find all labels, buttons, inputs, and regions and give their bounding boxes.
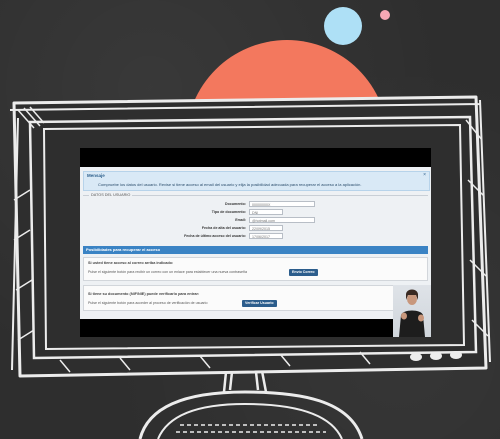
signup-date-field: 22/09/2015	[249, 225, 283, 231]
field-label: Email:	[235, 218, 246, 222]
sign-language-interpreter-video	[393, 285, 431, 337]
alert-title: Mensaje	[87, 173, 105, 178]
field-row-signup-date: Fecha de alta del usuario: 22/09/2015	[83, 225, 428, 232]
web-page: Mensaje Compruebe los datos del usuario.…	[80, 167, 431, 337]
field-label: Documento:	[225, 202, 246, 206]
field-label: Fecha de último acceso del usuario:	[184, 234, 246, 238]
email-field: @hotmail.com	[249, 217, 315, 223]
email-box-heading: Si usted tiene acceso al correo arriba i…	[88, 261, 174, 265]
field-row-doc-type: Tipo de documento: DNI	[83, 209, 428, 216]
field-row-email: Email: @hotmail.com	[83, 217, 428, 224]
dni-box-heading: Si tiene su documento (NIF/NIE) puede ve…	[88, 292, 200, 296]
close-icon[interactable]: ×	[423, 172, 426, 178]
send-email-button[interactable]: Envío Correo	[289, 269, 318, 276]
verify-user-button[interactable]: Verificar Usuario	[242, 300, 277, 307]
dni-verification-box: Si tiene su documento (NIF/NIE) puede ve…	[83, 285, 428, 311]
email-recovery-box: Si usted tiene acceso al correo arriba i…	[83, 257, 428, 281]
email-box-text: Pulse el siguiente botón para recibir un…	[88, 270, 248, 274]
dni-box-text: Pulse el siguiente botón para acceder al…	[88, 301, 208, 305]
monitor-screen: Mensaje Compruebe los datos del usuario.…	[80, 148, 431, 337]
field-row-document: Documento: 00000000X	[83, 201, 428, 208]
field-label: Tipo de documento:	[211, 210, 246, 214]
alert-message: Compruebe los datos del usuario. Revise …	[98, 182, 362, 187]
field-label: Fecha de alta del usuario:	[201, 226, 246, 230]
interpreter-figure	[399, 289, 425, 337]
last-access-field: 17/06/2017	[249, 233, 283, 239]
info-alert: Mensaje Compruebe los datos del usuario.…	[83, 171, 430, 191]
user-data-legend: DATOS DEL USUARIO	[89, 193, 133, 197]
field-row-last-access: Fecha de último acceso del usuario: 17/0…	[83, 233, 428, 240]
user-data-section: DATOS DEL USUARIO Documento: 00000000X T…	[83, 193, 428, 246]
recovery-panel-header: Posibilidades para recuperar el acceso	[83, 246, 428, 254]
doc-type-field: DNI	[249, 209, 283, 215]
document-field: 00000000X	[249, 201, 315, 207]
